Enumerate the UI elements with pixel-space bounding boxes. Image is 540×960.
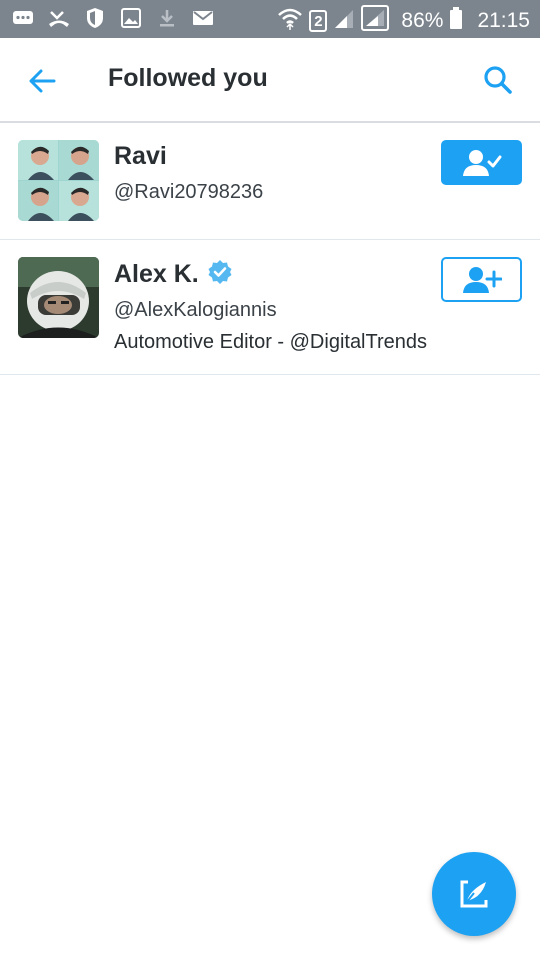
avatar-tile <box>18 140 58 180</box>
app-bar: Followed you <box>0 38 540 123</box>
name-line: Alex K. <box>114 259 233 290</box>
user-handle: @Ravi20798236 <box>114 181 264 203</box>
user-list-item[interactable]: Ravi @Ravi20798236 <box>0 123 540 240</box>
signal-icon <box>333 6 355 36</box>
user-list-item[interactable]: Alex K. @AlexKalogiannis Automotive Edit… <box>0 240 540 375</box>
download-icon <box>156 7 178 29</box>
clock: 21:15 <box>477 9 530 32</box>
signal-icon-2 <box>361 5 390 37</box>
following-button[interactable] <box>441 140 522 185</box>
compose-icon <box>460 880 488 908</box>
name-line: Ravi <box>114 142 167 171</box>
avatar[interactable] <box>18 257 99 338</box>
person-check-icon <box>462 149 501 176</box>
search-button[interactable] <box>482 64 514 96</box>
user-bio: Automotive Editor - @DigitalTrends <box>114 331 428 353</box>
verified-badge-icon <box>207 259 233 290</box>
person-add-icon <box>462 266 502 293</box>
user-name: Alex K. <box>114 260 199 288</box>
page-title: Followed you <box>108 64 268 92</box>
system-indicators: 2 86% 21:15 <box>277 5 530 37</box>
compose-tweet-button[interactable] <box>432 852 516 936</box>
search-icon <box>484 66 512 94</box>
missed-call-icon <box>48 7 70 29</box>
arrow-left-icon <box>29 69 56 93</box>
battery-percent: 86% <box>401 9 444 32</box>
wifi-icon <box>277 6 303 36</box>
mail-icon <box>192 7 214 29</box>
notification-icons <box>12 7 214 29</box>
image-icon <box>120 7 142 29</box>
follow-button[interactable] <box>441 257 522 302</box>
avatar[interactable] <box>18 140 99 221</box>
status-bar: 2 86% 21:15 <box>0 0 540 38</box>
user-name: Ravi <box>114 142 167 170</box>
sim-slot-badge: 2 <box>309 10 328 32</box>
shield-icon <box>84 7 106 29</box>
chat-bubble-icon <box>12 7 34 29</box>
user-handle: @AlexKalogiannis <box>114 299 277 321</box>
back-button[interactable] <box>26 65 58 97</box>
battery-icon <box>449 7 463 35</box>
